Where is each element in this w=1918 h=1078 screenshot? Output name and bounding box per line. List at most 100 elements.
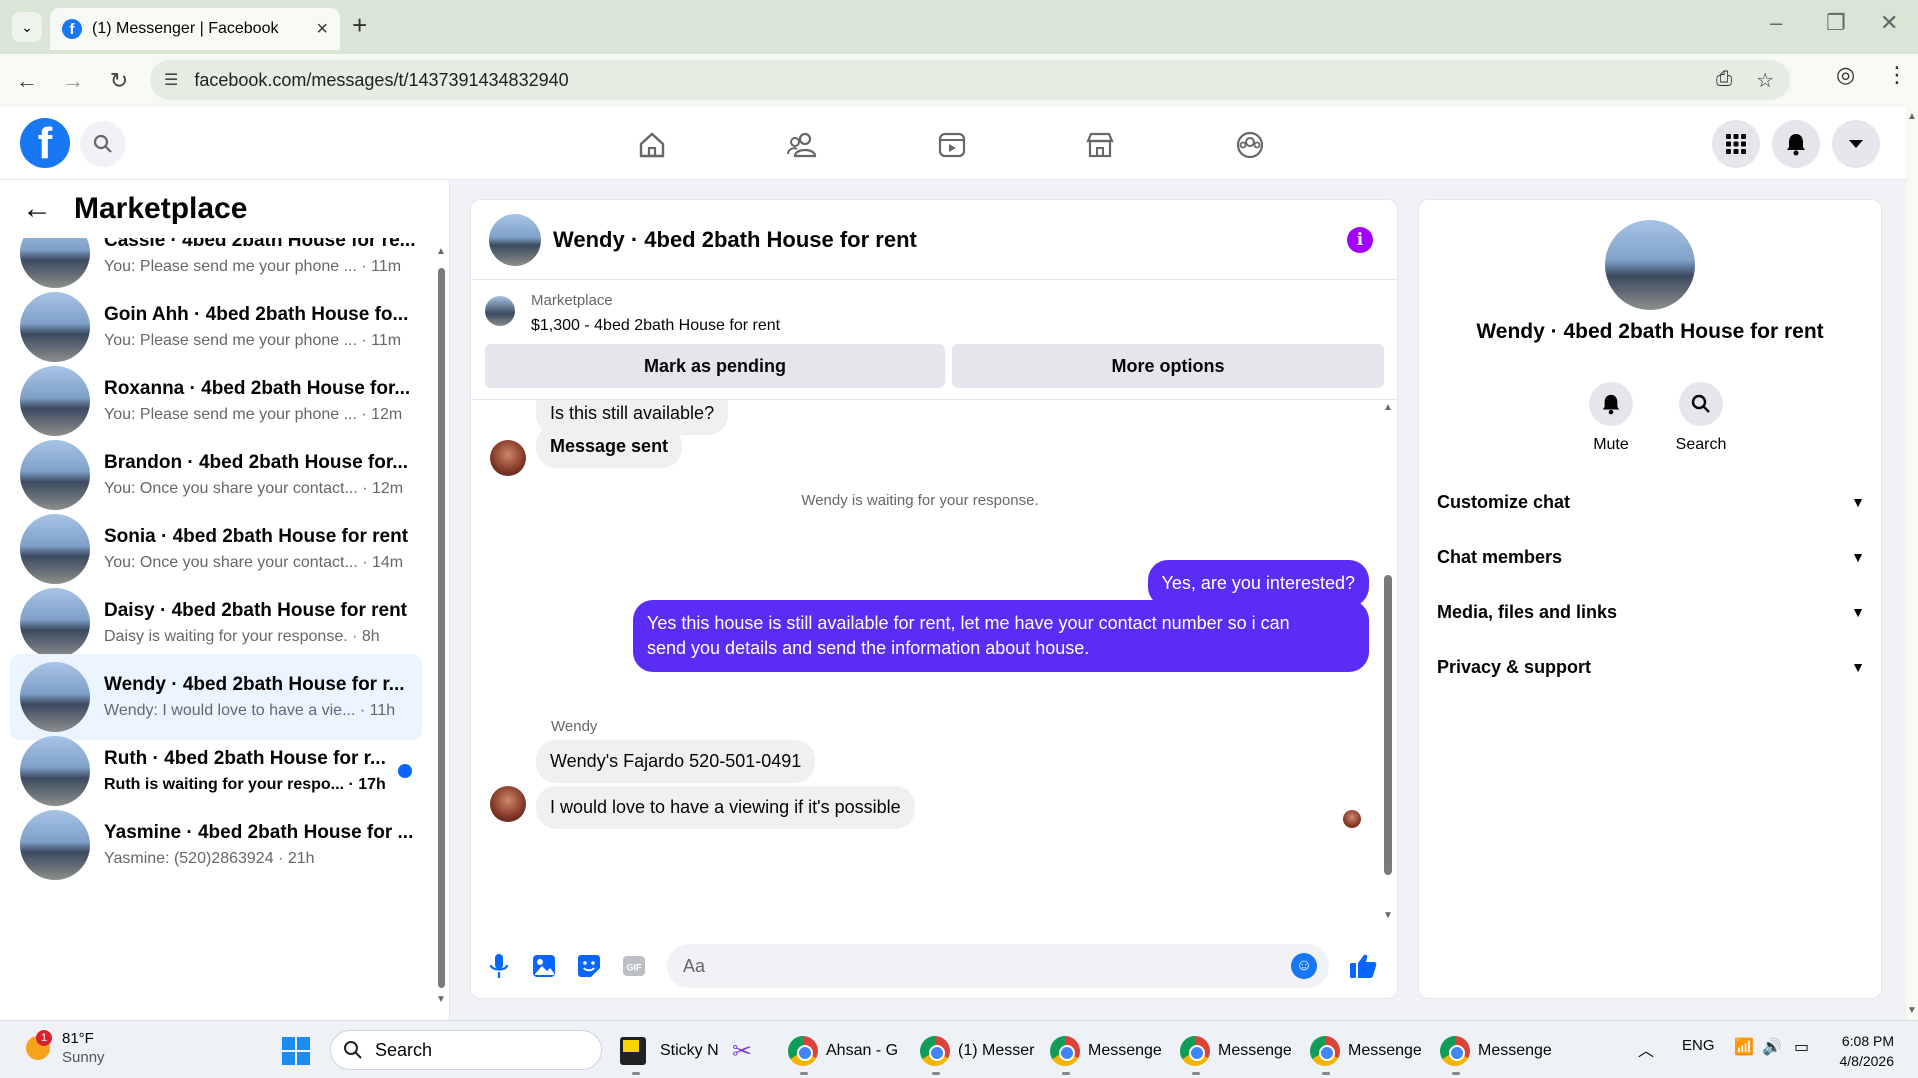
windows-start-icon[interactable] [282,1037,310,1065]
chrome-icon [1180,1036,1210,1066]
clock-date: 4/8/2026 [1839,1053,1895,1069]
avatar [20,810,90,880]
battery-icon[interactable]: ▭ [1794,1037,1809,1057]
chat-members-section[interactable]: Chat members ▼ [1437,537,1865,577]
chat-scrollbar[interactable]: ▲ ▼ [1383,402,1393,930]
scroll-down-icon[interactable]: ▼ [436,994,446,1005]
language-indicator[interactable]: ENG [1682,1037,1715,1054]
scroll-up-icon[interactable]: ▲ [1907,111,1917,122]
system-clock[interactable]: 6:08 PM 4/8/2026 [1840,1031,1895,1071]
groups-nav-button[interactable] [1228,123,1272,167]
taskbar-app-chrome[interactable]: Messenge [1310,1033,1422,1075]
more-options-button[interactable]: More options [952,344,1384,388]
avatar [20,662,90,732]
conversation-preview: Ruth is waiting for your respo... · 17h [104,776,386,793]
taskbar-app-chrome[interactable]: Messenge [1050,1033,1162,1075]
scroll-up-icon[interactable]: ▲ [1383,402,1393,413]
friends-nav-button[interactable] [780,123,824,167]
page-scrollbar[interactable]: ▲ ▼ [1906,107,1918,1020]
address-bar[interactable]: ☰ facebook.com/messages/t/14373914348329… [150,60,1790,100]
chat-scroll-thumb[interactable] [1384,575,1392,875]
forward-icon[interactable]: → [54,62,92,100]
weather-widget[interactable]: 1 81°F Sunny [26,1029,105,1067]
reload-icon[interactable]: ↻ [100,62,138,100]
browser-menu-icon[interactable]: ⋮ [1886,62,1908,88]
emoji-icon[interactable]: ☺ [1291,953,1317,979]
taskbar-app-chrome[interactable]: Ahsan - G [788,1033,898,1075]
volume-icon[interactable]: 🔊 [1762,1037,1782,1057]
new-tab-button[interactable]: + [352,10,367,41]
conversation-sidebar: ← Marketplace Cassie · 4bed 2bath House … [0,180,450,1020]
close-window-icon[interactable]: ✕ [1880,10,1898,36]
media-files-links-section[interactable]: Media, files and links ▼ [1437,592,1865,632]
chevron-down-icon: ▼ [1851,549,1865,565]
sticker-icon[interactable] [575,952,603,980]
svg-text:GIF: GIF [627,963,643,973]
info-icon[interactable]: i [1347,227,1373,253]
listing-thumbnail[interactable] [485,296,515,326]
microphone-icon[interactable] [485,952,513,980]
taskbar-app-snipping[interactable]: ✂ [732,1033,752,1069]
browser-tab[interactable]: f (1) Messenger | Facebook × [50,8,340,50]
gif-icon[interactable]: GIF [620,952,648,980]
scroll-up-icon[interactable]: ▲ [436,246,446,257]
close-tab-icon[interactable]: × [316,18,328,41]
chat-title[interactable]: Wendy · 4bed 2bath House for rent [553,227,917,253]
watch-nav-button[interactable] [930,123,974,167]
photo-icon[interactable] [530,952,558,980]
avatar [20,366,90,436]
running-indicator [632,1072,640,1075]
chevron-down-icon: ▼ [1851,659,1865,675]
search-icon [93,134,112,153]
taskbar-app-chrome[interactable]: (1) Messer [920,1033,1034,1075]
mark-as-pending-button[interactable]: Mark as pending [485,344,945,388]
conversation-item[interactable]: Yasmine · 4bed 2bath House for ... Yasmin… [10,802,422,888]
running-indicator [1192,1072,1200,1075]
tab-search-button[interactable]: ⌄ [12,12,42,42]
minimize-icon[interactable]: – [1770,10,1782,36]
sidebar-scrollbar[interactable]: ▲ ▼ [436,246,446,1006]
mute-button[interactable]: Mute [1571,382,1651,454]
facebook-search-button[interactable] [80,121,126,167]
chevron-up-icon[interactable]: ︿ [1638,1037,1654,1061]
bell-icon [1589,382,1633,426]
menu-button[interactable] [1712,120,1760,168]
listing-title[interactable]: $1,300 - 4bed 2bath House for rent [531,317,780,335]
chrome-icon [920,1036,950,1066]
site-info-icon[interactable]: ☰ [164,70,178,90]
scroll-down-icon[interactable]: ▼ [1907,1005,1917,1016]
bookmark-star-icon[interactable]: ☆ [1756,68,1774,93]
thumbs-up-icon[interactable] [1349,952,1377,980]
search-icon [1679,382,1723,426]
avatar [20,292,90,362]
customize-chat-section[interactable]: Customize chat ▼ [1437,482,1865,522]
facebook-favicon-icon: f [62,19,82,39]
restore-icon[interactable]: ❐ [1826,10,1846,36]
taskbar-search[interactable]: Search [330,1030,602,1070]
chat-avatar[interactable] [489,213,541,266]
taskbar-app-sticky-notes[interactable]: Sticky N [620,1033,719,1075]
notifications-button[interactable] [1772,120,1820,168]
taskbar-app-chrome[interactable]: Messenge [1180,1033,1292,1075]
search-conversation-button[interactable]: Search [1661,382,1741,454]
install-app-icon[interactable]: ⎙ [1716,68,1732,93]
app-label: Messenge [1348,1042,1422,1059]
account-button[interactable] [1832,120,1880,168]
conversation-preview: Daisy is waiting for your response. · 8h [104,628,380,645]
scroll-down-icon[interactable]: ▼ [1383,910,1393,921]
privacy-support-section[interactable]: Privacy & support ▼ [1437,647,1865,687]
profile-icon[interactable]: ◎ [1836,62,1855,88]
snipping-tool-icon: ✂ [732,1037,753,1065]
profile-avatar[interactable] [1605,220,1695,310]
sidebar-scroll-thumb[interactable] [438,268,445,988]
message-thread: Is this still available? Message sent We… [471,400,1397,930]
bell-icon [1787,134,1805,156]
marketplace-nav-button[interactable] [1078,123,1122,167]
message-input[interactable]: Aa ☺ [667,944,1329,988]
home-nav-button[interactable] [630,123,674,167]
wifi-icon[interactable]: 📶 [1734,1037,1754,1057]
facebook-logo[interactable]: f [20,118,70,168]
taskbar-app-chrome[interactable]: Messenge [1440,1033,1552,1075]
back-icon[interactable]: ← [8,62,46,100]
back-arrow-icon[interactable]: ← [22,192,52,226]
